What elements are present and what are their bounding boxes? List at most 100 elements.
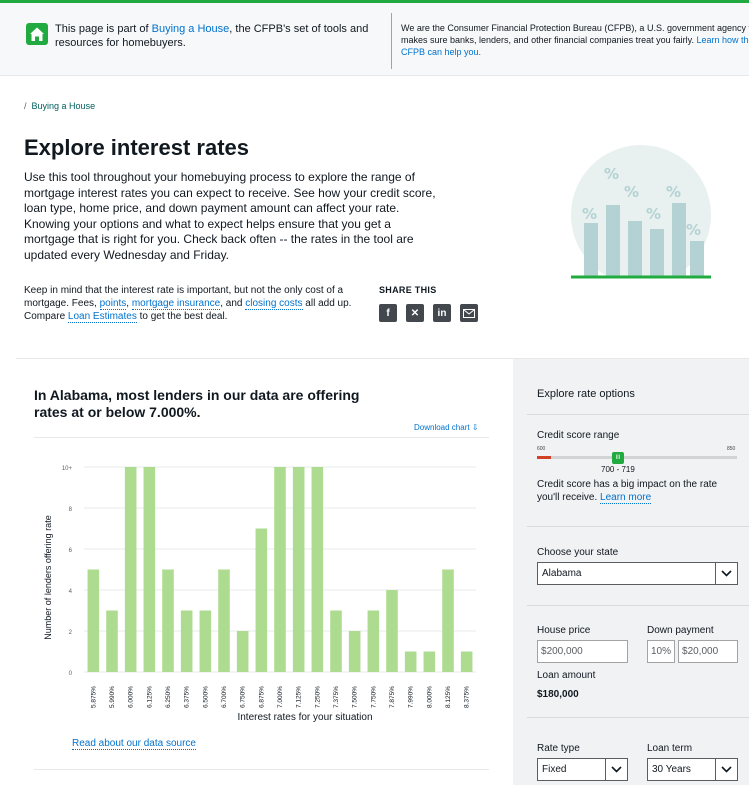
x-tick-label: 5.990% <box>109 686 116 708</box>
learn-cfpb-link[interactable]: Learn how the <box>696 35 749 45</box>
learn-more-link[interactable]: Learn more <box>600 492 652 504</box>
x-tick-label: 6.700% <box>221 686 228 708</box>
house-icon <box>26 23 48 45</box>
buying-a-house-link[interactable]: Buying a House <box>152 23 230 35</box>
x-tick-label: 8.000% <box>426 686 433 708</box>
x-tick-label: 6.000% <box>128 686 135 708</box>
download-chart-label: Download chart <box>414 423 470 432</box>
email-icon[interactable] <box>460 304 478 322</box>
cfpb-message: We are the Consumer Financial Protection… <box>401 22 749 58</box>
chart-bar <box>386 590 398 672</box>
x-tick-label: 6.250% <box>165 686 172 708</box>
credit-max-label: 850 <box>727 446 736 452</box>
note-text: , and <box>220 298 246 309</box>
x-tick-label: 6.750% <box>240 686 247 708</box>
chart-bar <box>404 651 417 672</box>
state-select[interactable]: Alabama <box>537 562 738 585</box>
chart-bar <box>460 651 473 672</box>
panel-divider <box>527 414 749 415</box>
svg-text:%: % <box>666 183 681 201</box>
x-tick-label: 8.375% <box>464 686 471 708</box>
credit-score-note: Credit score has a big impact on the rat… <box>537 478 742 504</box>
closing-costs-link[interactable]: closing costs <box>245 298 303 310</box>
y-tick-label: 0 <box>69 671 73 677</box>
costs-note: Keep in mind that the interest rate is i… <box>24 284 369 323</box>
breadcrumb-separator: / <box>24 101 27 111</box>
loan-amount-value: $180,000 <box>537 689 579 700</box>
x-tick-label: 7.000% <box>277 686 284 708</box>
credit-slider-track[interactable] <box>537 456 737 459</box>
x-icon[interactable]: ✕ <box>406 304 424 322</box>
chart-bar <box>124 467 137 672</box>
panel-divider <box>527 605 749 606</box>
chart-bar <box>442 569 454 672</box>
svg-text:%: % <box>624 183 639 201</box>
loan-term-select[interactable]: 30 Years <box>647 758 738 781</box>
chart-heading: In Alabama, most lenders in our data are… <box>34 387 360 420</box>
mortgage-insurance-link[interactable]: mortgage insurance <box>131 298 221 310</box>
x-tick-label: 7.500% <box>352 686 359 708</box>
rate-options-panel: Explore rate options Credit score range … <box>513 359 749 785</box>
rate-type-value: Fixed <box>542 764 567 775</box>
download-chart-link[interactable]: Download chart ⇩ <box>414 423 479 432</box>
x-tick-label: 6.125% <box>146 686 153 708</box>
breadcrumb-buying-a-house[interactable]: Buying a House <box>32 101 96 111</box>
facebook-icon[interactable]: f <box>379 304 397 322</box>
topbar-message: This page is part of Buying a House, the… <box>55 22 375 50</box>
top-banner: This page is part of Buying a House, the… <box>0 0 749 76</box>
down-payment-amount-value: 20,000 <box>687 646 719 657</box>
panel-divider <box>527 717 749 718</box>
breadcrumb: / Buying a House <box>24 101 95 111</box>
credit-slider-handle[interactable]: III <box>612 452 624 464</box>
chart-bar <box>255 528 268 672</box>
chart-bar <box>218 569 230 672</box>
panel-title: Explore rate options <box>537 388 635 400</box>
credit-score-value: 700 - 719 <box>601 465 635 474</box>
chart-bar <box>106 610 118 672</box>
loan-estimates-link[interactable]: Loan Estimates <box>67 311 137 323</box>
chevron-down-icon <box>605 759 627 780</box>
house-price-label: House price <box>537 625 591 636</box>
svg-text:%: % <box>582 205 597 223</box>
page-title: Explore interest rates <box>24 135 249 160</box>
x-tick-label: 7.375% <box>333 686 340 708</box>
chart-bar <box>236 631 249 672</box>
down-payment-amount-input[interactable]: $20,000 <box>678 640 738 663</box>
data-source-link[interactable]: Read about our data source <box>72 738 196 750</box>
chart-divider <box>34 437 489 438</box>
linkedin-icon[interactable]: in <box>433 304 451 322</box>
credit-min-label: 600 <box>537 446 546 452</box>
y-tick-label: 8 <box>69 507 73 513</box>
intro-text: Use this tool throughout your homebuying… <box>24 170 436 262</box>
loan-term-label: Loan term <box>647 743 693 754</box>
y-tick-label: 4 <box>69 589 73 595</box>
down-payment-percent-input[interactable]: 10% <box>647 640 675 663</box>
chart-bar <box>423 651 436 672</box>
svg-text:%: % <box>604 165 619 183</box>
credit-slider-low-range <box>537 456 551 459</box>
topbar-divider <box>391 13 392 69</box>
down-payment-percent-value: 10% <box>651 646 672 657</box>
chevron-down-icon <box>715 563 737 584</box>
x-tick-label: 7.875% <box>389 686 396 708</box>
chart-bar <box>292 467 305 672</box>
x-tick-label: 8.125% <box>445 686 452 708</box>
panel-divider <box>527 526 749 527</box>
chart-bar <box>348 631 361 672</box>
learn-cfpb-link-cont[interactable]: CFPB can help you. <box>401 47 481 57</box>
chart-bar <box>162 569 174 672</box>
house-price-input[interactable]: $200,000 <box>537 640 628 663</box>
share-title: SHARE THIS <box>379 285 437 295</box>
x-tick-label: 7.990% <box>408 686 415 708</box>
chart-bar <box>199 610 212 672</box>
loan-amount-label: Loan amount <box>537 670 596 681</box>
x-axis-label: Interest rates for your situation <box>237 712 372 723</box>
chart-bar <box>311 467 324 672</box>
share-icons: f ✕ in <box>379 304 478 322</box>
chart-bar <box>143 467 156 672</box>
chart-bar <box>274 467 286 672</box>
points-link[interactable]: points <box>99 298 127 310</box>
state-value: Alabama <box>542 568 582 579</box>
rate-type-select[interactable]: Fixed <box>537 758 628 781</box>
rate-type-label: Rate type <box>537 743 580 754</box>
